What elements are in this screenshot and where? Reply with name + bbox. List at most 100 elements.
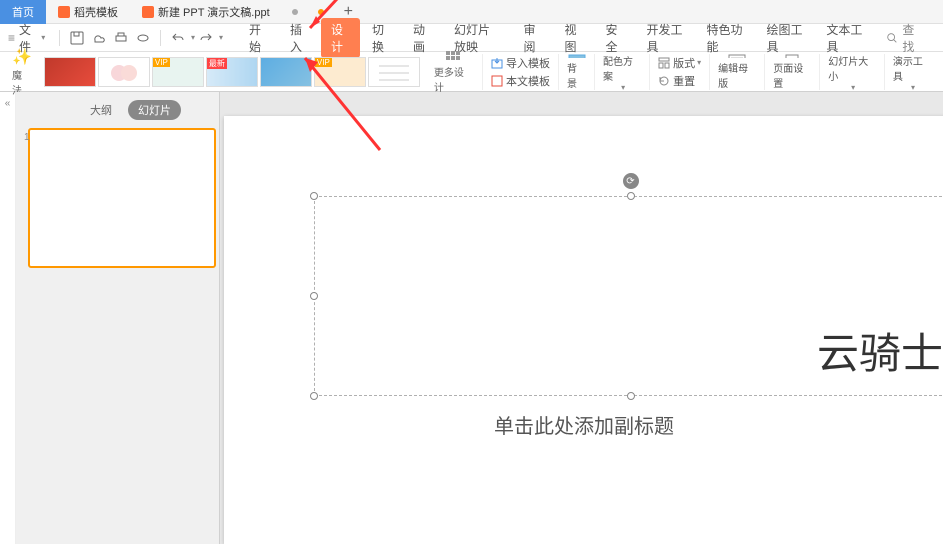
resize-handle-tm[interactable] [627,192,635,200]
tab-special[interactable]: 特色功能 [696,18,754,58]
resize-handle-tl[interactable] [310,192,318,200]
slide-thumbnail-1[interactable] [28,128,216,268]
import-template-label: 导入模板 [506,55,550,71]
layout-group: 版式▾ 重置 [649,54,709,90]
slides-tab[interactable]: 幻灯片 [128,100,181,120]
presenter-tools-button[interactable]: 演示工具▾ [884,54,939,90]
resize-handle-ml[interactable] [310,292,318,300]
layout-button[interactable]: 版式▾ [658,55,701,71]
page-setup-button[interactable]: 页面设置 [764,54,819,90]
divider [59,30,60,46]
search-label: 查找 [902,21,923,55]
magic-wand-icon: ✨ [12,47,32,67]
more-design-label: 更多设计 [434,64,472,94]
tab-view[interactable]: 视图 [554,18,593,58]
template-thumb-3[interactable]: VIP [152,57,204,87]
hot-badge: 最新 [207,58,227,69]
edit-master-button[interactable]: 编辑母版 [709,54,764,90]
divider [160,30,161,46]
background-label: 背景 [567,60,586,90]
canvas-area[interactable]: ⟳ 云骑士 单击此处添加副标题 [220,92,943,544]
vip-badge: VIP [315,58,332,67]
chevron-down-icon: ▾ [851,83,855,92]
color-scheme-button[interactable]: 配色方案▾ [594,54,649,90]
slide-panel: 大纲 幻灯片 1 [16,92,220,544]
import-template-button[interactable]: 导入模板 [491,55,550,71]
tab-drawing[interactable]: 绘图工具 [756,18,814,58]
search-box[interactable]: 查找 [874,21,935,55]
tab-texttools[interactable]: 文本工具 [816,18,874,58]
docker-tab-label: 稻壳模板 [74,4,118,20]
print-icon[interactable] [114,30,128,46]
master-icon [728,54,746,58]
slide-size-button[interactable]: 幻灯片大小▾ [819,54,884,90]
tab-start[interactable]: 开始 [239,18,278,58]
background-icon [568,54,586,58]
tab-status-dot [318,9,324,15]
background-button[interactable]: 背景 [558,54,594,90]
presenter-tools-label: 演示工具 [893,53,931,83]
grid-icon [445,50,461,64]
slide-size-label: 幻灯片大小 [828,53,876,83]
template-thumb-7[interactable] [368,57,420,87]
cloud-save-icon[interactable] [92,30,106,46]
tab-design[interactable]: 设计 [321,18,360,58]
redo-dropdown[interactable]: ▾ [219,33,223,42]
slide-number: 1 [24,132,30,143]
template-thumb-5[interactable] [260,57,312,87]
menu-tabs: 开始 插入 设计 切换 动画 幻灯片放映 审阅 视图 安全 开发工具 特色功能 … [239,18,874,58]
undo-icon[interactable] [171,30,185,46]
ppt-icon [142,6,154,18]
title-text[interactable]: 云骑士 [817,320,943,381]
magic-button[interactable]: ✨ 魔法 [4,47,40,97]
chevron-down-icon: ▾ [697,58,701,67]
chevron-down-icon: ▾ [911,83,915,92]
template-thumb-1[interactable] [44,57,96,87]
sidebar-collapse-button[interactable]: « [0,92,16,544]
fire-icon [58,6,70,18]
tab-insert[interactable]: 插入 [280,18,319,58]
toolbar: ≡ 文件 ▾ ▾ ▾ 开始 插入 设计 切换 动画 幻灯片放映 审阅 视图 安全… [0,24,943,52]
docker-tab[interactable]: 稻壳模板 [46,0,130,24]
tab-transition[interactable]: 切换 [362,18,401,58]
slide-canvas[interactable]: ⟳ 云骑士 单击此处添加副标题 [224,116,943,544]
search-icon [886,31,898,45]
hamburger-icon[interactable]: ≡ [8,31,15,45]
title-textbox[interactable]: ⟳ 云骑士 [314,196,943,396]
chevron-down-icon: ▾ [41,33,45,42]
chevron-down-icon: ▾ [621,83,625,92]
undo-dropdown[interactable]: ▾ [191,33,195,42]
main-area: « 大纲 幻灯片 1 ⟳ 云骑士 单击此处添加副标题 [0,92,943,544]
tab-security[interactable]: 安全 [595,18,634,58]
rotate-handle[interactable]: ⟳ [623,173,639,189]
design-ribbon: ✨ 魔法 VIP 最新 VIP 更多设计 导入模板 本文模板 背景 配色方案▾ … [0,52,943,92]
this-template-button[interactable]: 本文模板 [491,73,550,89]
page-setup-label: 页面设置 [773,60,811,90]
tab-review[interactable]: 审阅 [513,18,552,58]
template-thumb-4[interactable]: 最新 [206,57,258,87]
more-design-button[interactable]: 更多设计 [424,50,482,94]
preview-icon[interactable] [136,30,150,46]
tab-modified-dot [292,9,298,15]
edit-master-label: 编辑母版 [718,60,756,90]
outline-tab[interactable]: 大纲 [80,100,122,120]
reset-label: 重置 [673,73,695,89]
subtitle-placeholder: 单击此处添加副标题 [486,406,943,443]
resize-handle-bm[interactable] [627,392,635,400]
template-group: 导入模板 本文模板 [482,54,558,90]
reset-button[interactable]: 重置 [658,73,701,89]
redo-icon[interactable] [199,30,213,46]
slide-thumb-row: 1 [24,128,211,268]
template-thumb-6[interactable]: VIP [314,57,366,87]
tab-devtools[interactable]: 开发工具 [636,18,694,58]
subtitle-textbox[interactable]: 单击此处添加副标题 [486,406,943,442]
save-icon[interactable] [70,30,84,46]
layout-label: 版式 [673,55,695,71]
this-template-label: 本文模板 [506,73,550,89]
color-scheme-label: 配色方案 [603,53,641,83]
page-setup-icon [783,54,801,58]
panel-header: 大纲 幻灯片 [24,100,211,120]
vip-badge: VIP [153,58,170,67]
resize-handle-bl[interactable] [310,392,318,400]
template-thumb-2[interactable] [98,57,150,87]
